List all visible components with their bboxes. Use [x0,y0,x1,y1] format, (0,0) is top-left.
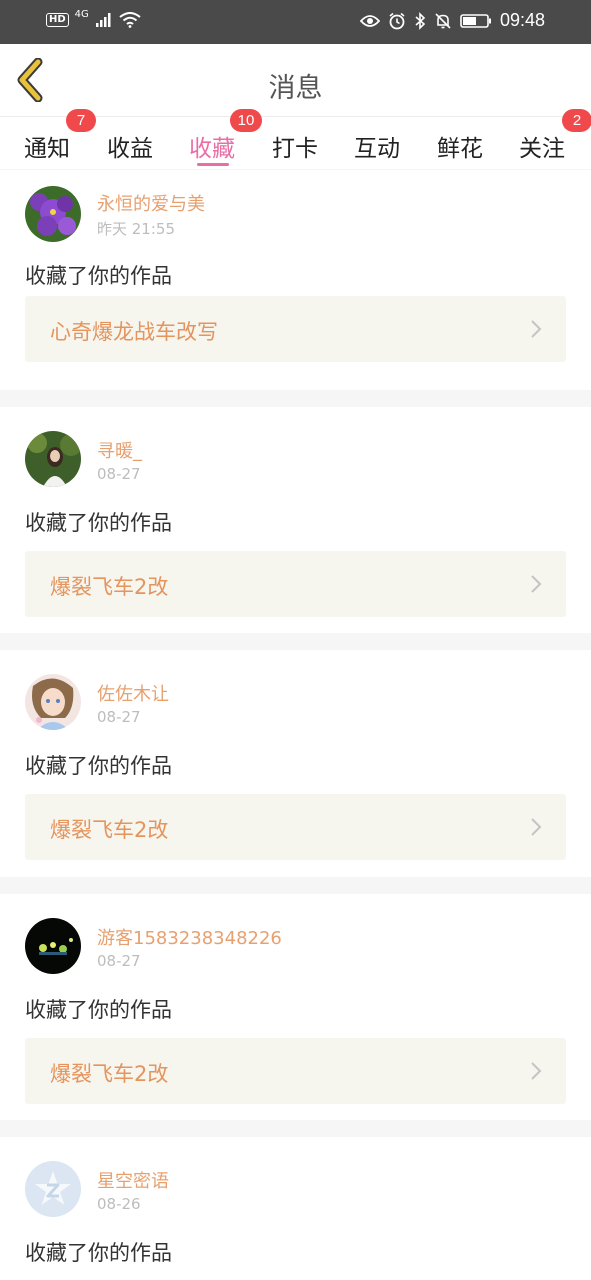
work-title: 爆裂飞车2改 [50,818,169,842]
network-type-label: 4G [74,8,89,20]
tab-favorites[interactable]: 收藏 [189,129,235,163]
follow-badge: 2 [562,109,591,132]
work-title: 心奇爆龙战车改写 [50,320,218,344]
page-title: 消息 [268,73,323,104]
message-action: 收藏了你的作品 [25,1241,172,1265]
message-time: 08-27 [97,708,141,726]
chevron-right-icon [531,575,542,593]
tab-checkin[interactable]: 打卡 [272,129,318,163]
message-card: 永恒的爱与美 昨天 21:55 收藏了你的作品 心奇爆龙战车改写 [0,170,591,390]
favorites-badge: 10 [230,109,262,132]
tab-flowers[interactable]: 鲜花 [437,129,483,163]
signal-icon [95,13,111,27]
eye-icon [359,14,380,27]
message-action: 收藏了你的作品 [25,754,172,778]
mute-bell-icon [435,12,451,29]
message-card: 佐佐木让 08-27 收藏了你的作品 爆裂飞车2改 [0,650,591,877]
avatar[interactable] [25,431,81,487]
tab-bar: 通知 7 收益 收藏 10 打卡 互动 鲜花 关注 2 [0,109,591,169]
tab-follow[interactable]: 关注 [519,129,565,163]
avatar[interactable] [25,186,81,242]
chevron-right-icon [531,320,542,338]
message-card: 游客1583238348226 08-27 收藏了你的作品 爆裂飞车2改 [0,894,591,1120]
work-link[interactable]: 爆裂飞车2改 [25,794,566,860]
message-card: 寻暖_ 08-27 收藏了你的作品 爆裂飞车2改 [0,407,591,633]
tab-earnings[interactable]: 收益 [107,129,153,163]
work-link[interactable]: 爆裂飞车2改 [25,551,566,617]
message-time: 昨天 21:55 [97,220,175,238]
alarm-icon [389,12,405,29]
avatar[interactable] [25,1161,81,1217]
work-title: 爆裂飞车2改 [50,575,169,599]
active-tab-indicator [197,163,229,166]
avatar[interactable] [25,674,81,730]
tab-notifications[interactable]: 通知 [24,129,70,163]
chevron-right-icon [531,1062,542,1080]
message-action: 收藏了你的作品 [25,998,172,1022]
tab-interaction[interactable]: 互动 [354,129,400,163]
message-time: 08-27 [97,952,141,970]
work-link[interactable]: 爆裂飞车2改 [25,1038,566,1104]
work-title: 爆裂飞车2改 [50,1062,169,1086]
wifi-icon [119,12,141,28]
status-time: 09:48 [499,10,545,30]
username[interactable]: 游客1583238348226 [97,924,282,950]
username[interactable]: 寻暖_ [97,437,142,463]
avatar[interactable] [25,918,81,974]
battery-icon [460,13,491,28]
notifications-badge: 7 [66,109,96,132]
username[interactable]: 佐佐木让 [97,680,169,706]
status-bar-left: HD 4G [46,8,141,28]
status-bar: HD 4G 09:48 [0,0,591,44]
message-action: 收藏了你的作品 [25,264,172,288]
bluetooth-icon [415,11,426,30]
message-action: 收藏了你的作品 [25,511,172,535]
message-time: 08-26 [97,1195,141,1213]
message-time: 08-27 [97,465,141,483]
work-link[interactable]: 心奇爆龙战车改写 [25,296,566,362]
username[interactable]: 星空密语 [97,1167,169,1193]
top-bar: 消息 [0,44,591,117]
status-bar-right: 09:48 [359,10,545,31]
hd-icon: HD [46,13,69,27]
chevron-right-icon [531,818,542,836]
username[interactable]: 永恒的爱与美 [97,190,205,216]
message-card: 星空密语 08-26 收藏了你的作品 [0,1137,591,1280]
